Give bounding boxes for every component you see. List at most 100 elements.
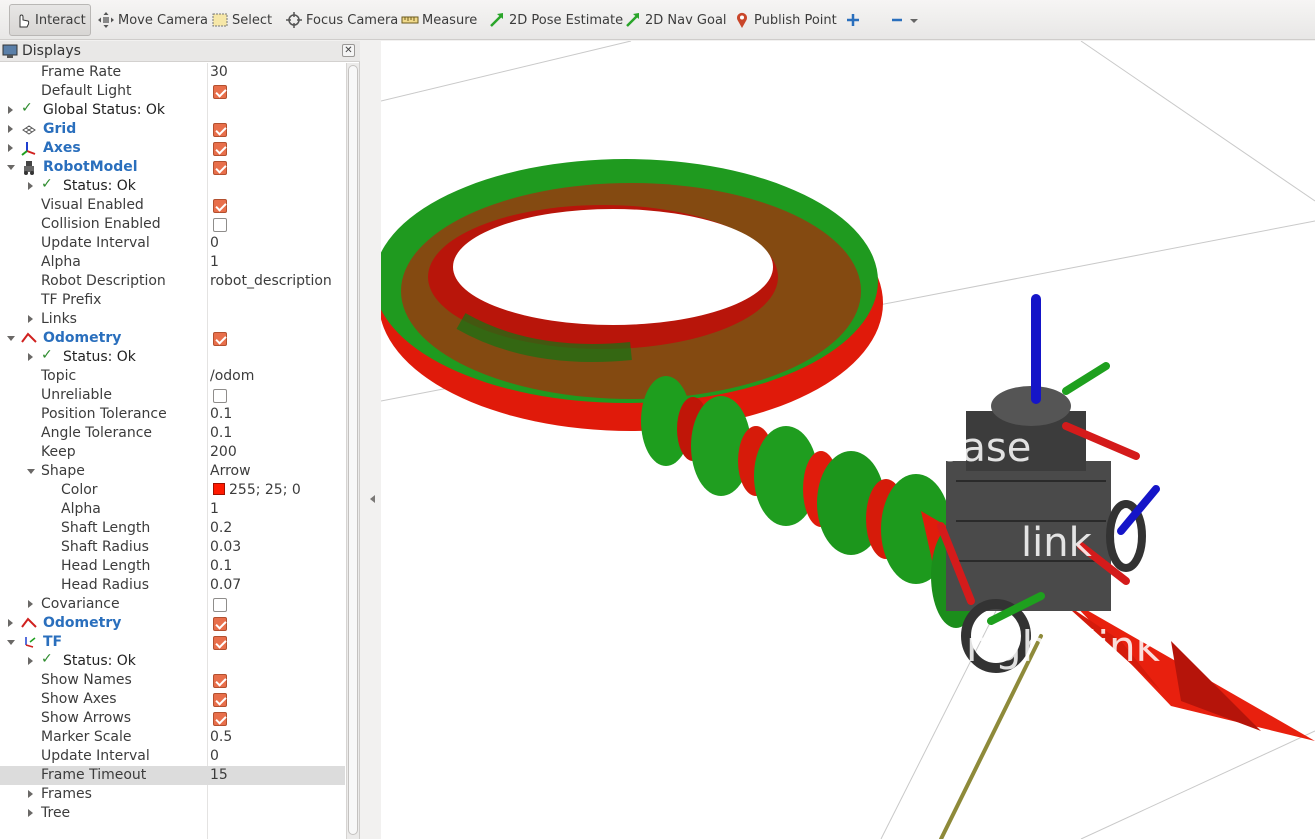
row-value[interactable]: 1 <box>210 253 219 272</box>
show-axes-checkbox[interactable] <box>213 693 227 707</box>
row-value[interactable]: 0.2 <box>210 519 232 538</box>
row-value[interactable]: 0 <box>210 234 219 253</box>
tree-row-status[interactable]: ✓ Status: Ok <box>0 651 345 671</box>
collapse-arrow-icon[interactable] <box>7 336 15 341</box>
2d-pose-estimate-tool-button[interactable]: 2D Pose Estimate <box>484 4 627 36</box>
collapse-arrow-icon[interactable] <box>27 469 35 474</box>
tree-row-angle-tolerance[interactable]: Angle Tolerance 0.1 <box>0 424 345 443</box>
show-names-checkbox[interactable] <box>213 674 227 688</box>
visual-enabled-checkbox[interactable] <box>213 199 227 213</box>
collapse-left-icon[interactable] <box>370 495 375 503</box>
show-arrows-checkbox[interactable] <box>213 712 227 726</box>
tree-row-frame-rate[interactable]: Frame Rate 30 <box>0 63 345 82</box>
unreliable-checkbox[interactable] <box>213 389 227 403</box>
tree-row-shape[interactable]: Shape Arrow <box>0 462 345 481</box>
select-tool-button[interactable]: Select <box>207 4 276 36</box>
tree-row-alpha[interactable]: Alpha 1 <box>0 500 345 519</box>
row-value[interactable]: robot_description <box>210 272 332 291</box>
2d-nav-goal-tool-button[interactable]: 2D Nav Goal <box>620 4 731 36</box>
row-value[interactable]: 0.1 <box>210 557 232 576</box>
row-value[interactable]: 0.03 <box>210 538 241 557</box>
tree-row-alpha[interactable]: Alpha 1 <box>0 253 345 272</box>
displays-scrollbar[interactable] <box>346 63 359 839</box>
collapse-arrow-icon[interactable] <box>7 165 15 170</box>
tree-row-links[interactable]: Links <box>0 310 345 329</box>
tree-row-marker-scale[interactable]: Marker Scale 0.5 <box>0 728 345 747</box>
tree-row-robot-description[interactable]: Robot Description robot_description <box>0 272 345 291</box>
expand-arrow-icon[interactable] <box>8 125 13 133</box>
scrollbar-thumb[interactable] <box>348 65 358 835</box>
tree-row-odometry[interactable]: Odometry <box>0 329 345 348</box>
tf-checkbox[interactable] <box>213 636 227 650</box>
tree-row-robot-model[interactable]: RobotModel <box>0 158 345 177</box>
tree-row-covariance[interactable]: Covariance <box>0 595 345 614</box>
tree-row-show-names[interactable]: Show Names <box>0 671 345 690</box>
grid-checkbox[interactable] <box>213 123 227 137</box>
tree-row-show-arrows[interactable]: Show Arrows <box>0 709 345 728</box>
tree-row-status[interactable]: ✓ Status: Ok <box>0 347 345 367</box>
remove-tool-button[interactable] <box>884 4 926 36</box>
tree-row-odometry[interactable]: Odometry <box>0 614 345 633</box>
tree-row-shaft-length[interactable]: Shaft Length 0.2 <box>0 519 345 538</box>
row-value[interactable]: 0 <box>210 747 219 766</box>
tree-row-status[interactable]: ✓ Status: Ok <box>0 176 345 196</box>
tree-row-global-status[interactable]: ✓ Global Status: Ok <box>0 100 345 120</box>
tree-row-collision-enabled[interactable]: Collision Enabled <box>0 215 345 234</box>
tree-row-frame-timeout[interactable]: Frame Timeout 15 <box>0 766 345 785</box>
covariance-checkbox[interactable] <box>213 598 227 612</box>
tree-row-axes[interactable]: Axes <box>0 139 345 158</box>
row-value[interactable]: 0.07 <box>210 576 241 595</box>
axes-checkbox[interactable] <box>213 142 227 156</box>
tree-row-keep[interactable]: Keep 200 <box>0 443 345 462</box>
tree-row-default-light[interactable]: Default Light <box>0 82 345 101</box>
focus-camera-tool-button[interactable]: Focus Camera <box>281 4 402 36</box>
row-value[interactable]: 15 <box>210 766 228 785</box>
tree-row-show-axes[interactable]: Show Axes <box>0 690 345 709</box>
expand-arrow-icon[interactable] <box>28 353 33 361</box>
tree-row-visual-enabled[interactable]: Visual Enabled <box>0 196 345 215</box>
expand-arrow-icon[interactable] <box>28 315 33 323</box>
odometry-checkbox[interactable] <box>213 332 227 346</box>
tree-row-update-interval[interactable]: Update Interval 0 <box>0 234 345 253</box>
tree-row-tf[interactable]: TF <box>0 633 345 652</box>
expand-arrow-icon[interactable] <box>28 809 33 817</box>
row-value[interactable]: 0.5 <box>210 728 232 747</box>
tree-row-tree[interactable]: Tree <box>0 804 345 823</box>
default-light-checkbox[interactable] <box>213 85 227 99</box>
expand-arrow-icon[interactable] <box>8 619 13 627</box>
tree-row-grid[interactable]: Grid <box>0 120 345 139</box>
measure-tool-button[interactable]: Measure <box>397 4 481 36</box>
3d-viewport[interactable]: base link right_link <box>381 41 1315 839</box>
row-value[interactable]: 0.1 <box>210 424 232 443</box>
expand-arrow-icon[interactable] <box>28 182 33 190</box>
expand-arrow-icon[interactable] <box>8 144 13 152</box>
tree-row-topic[interactable]: Topic /odom <box>0 367 345 386</box>
expand-arrow-icon[interactable] <box>8 106 13 114</box>
row-value[interactable]: /odom <box>210 367 254 386</box>
tree-row-head-length[interactable]: Head Length 0.1 <box>0 557 345 576</box>
tree-row-position-tolerance[interactable]: Position Tolerance 0.1 <box>0 405 345 424</box>
publish-point-tool-button[interactable]: Publish Point <box>729 4 841 36</box>
row-value[interactable]: 200 <box>210 443 237 462</box>
expand-arrow-icon[interactable] <box>28 600 33 608</box>
color-value[interactable]: 255; 25; 0 <box>213 481 301 500</box>
tree-row-frames[interactable]: Frames <box>0 785 345 804</box>
row-value[interactable]: 30 <box>210 63 228 82</box>
tree-row-tf-prefix[interactable]: TF Prefix <box>0 291 345 310</box>
row-value[interactable]: 0.1 <box>210 405 232 424</box>
expand-arrow-icon[interactable] <box>28 790 33 798</box>
close-panel-button[interactable]: ✕ <box>342 44 355 57</box>
collision-enabled-checkbox[interactable] <box>213 218 227 232</box>
tree-row-update-interval[interactable]: Update Interval 0 <box>0 747 345 766</box>
row-value[interactable]: Arrow <box>210 462 251 481</box>
move-camera-tool-button[interactable]: Move Camera <box>93 4 212 36</box>
tree-row-color[interactable]: Color 255; 25; 0 <box>0 481 345 500</box>
collapse-arrow-icon[interactable] <box>7 640 15 645</box>
tree-row-head-radius[interactable]: Head Radius 0.07 <box>0 576 345 595</box>
tree-row-unreliable[interactable]: Unreliable <box>0 386 345 405</box>
robot-model-checkbox[interactable] <box>213 161 227 175</box>
row-value[interactable]: 1 <box>210 500 219 519</box>
tree-row-shaft-radius[interactable]: Shaft Radius 0.03 <box>0 538 345 557</box>
odometry-checkbox[interactable] <box>213 617 227 631</box>
expand-arrow-icon[interactable] <box>28 657 33 665</box>
